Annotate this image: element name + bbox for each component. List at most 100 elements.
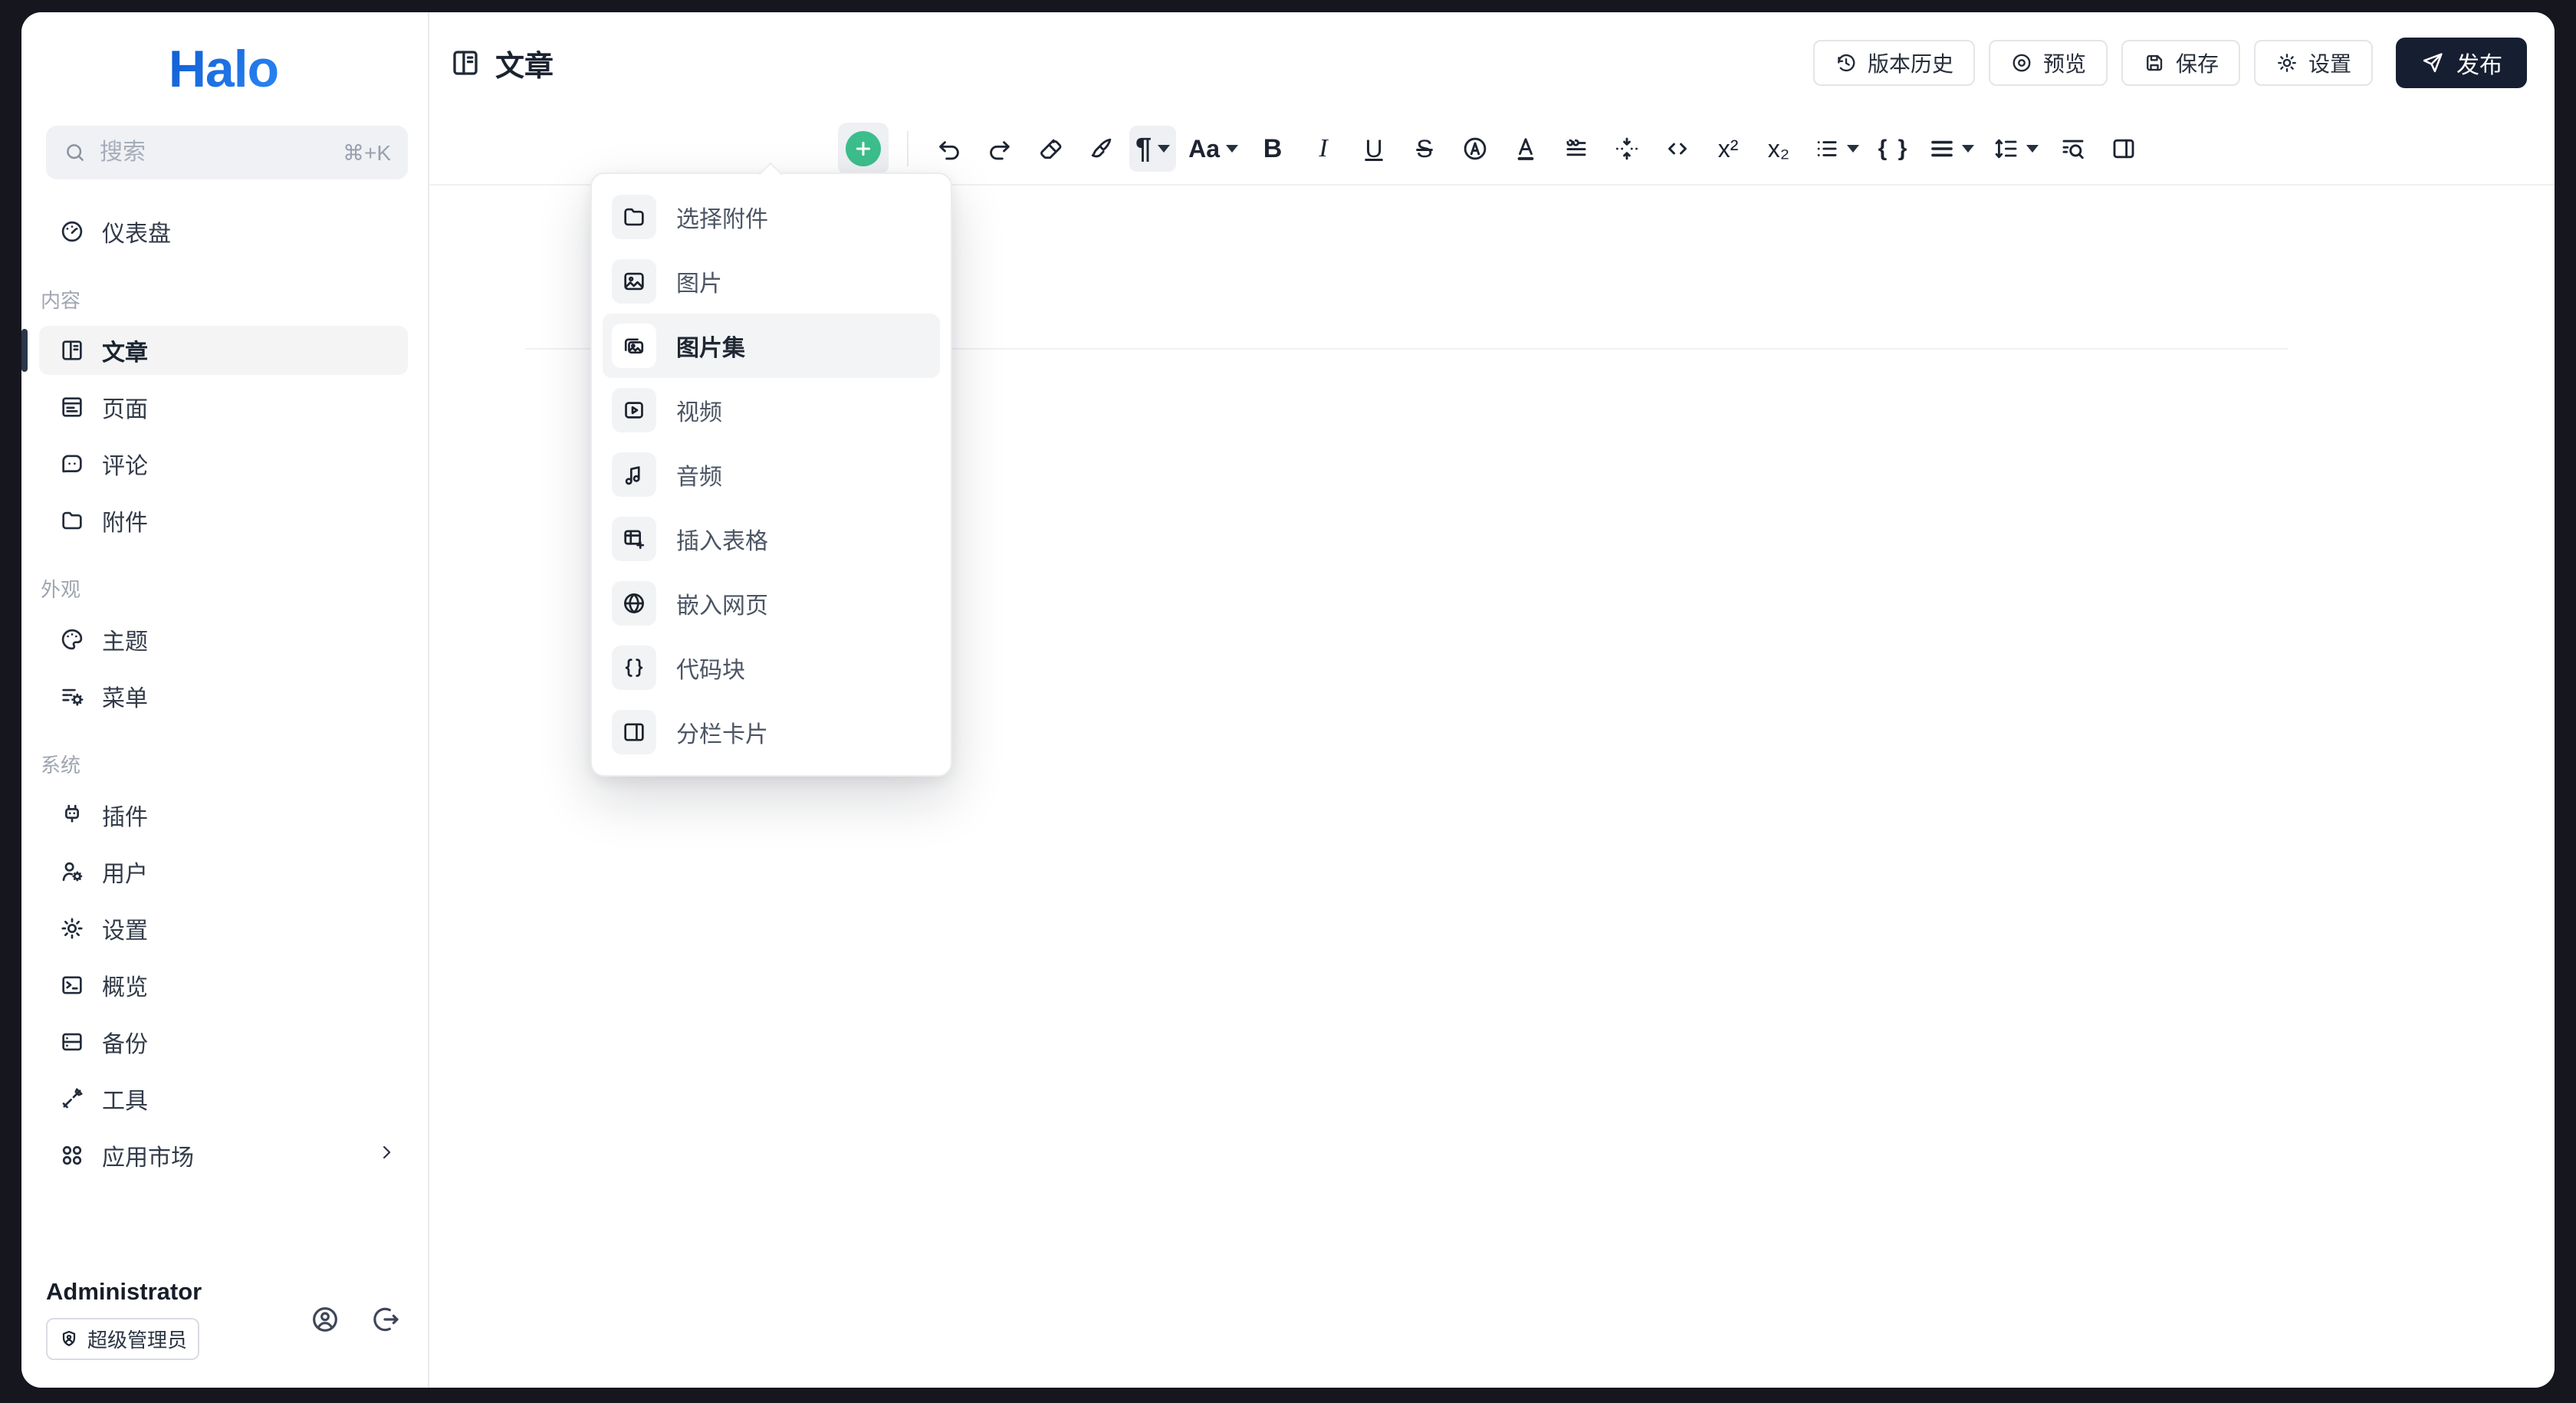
gear-icon: [61, 918, 83, 939]
italic-button[interactable]: I: [1301, 126, 1346, 172]
bold-button[interactable]: B: [1250, 126, 1295, 172]
undo-button[interactable]: [927, 126, 971, 172]
sidebar-item-label: 仪表盘: [102, 222, 171, 247]
insert-menu-item-audio[interactable]: 音频: [603, 442, 940, 507]
posts-icon: [453, 51, 478, 75]
version-history-button[interactable]: 版本历史: [1812, 40, 1975, 86]
find-replace-button[interactable]: [2051, 126, 2095, 172]
inline-code-button[interactable]: [1655, 126, 1700, 172]
vertical-collapse-button[interactable]: [1605, 126, 1649, 172]
line-height-icon: [1995, 139, 2017, 159]
sidebar-item-label: 附件: [102, 511, 148, 536]
strikethrough-glyph: S: [1416, 134, 1433, 163]
insert-menu-item-codeblock[interactable]: 代码块: [603, 636, 940, 700]
header-actions: 版本历史 预览 保存 设置 发布: [1812, 38, 2527, 88]
code-block-button[interactable]: { }: [1871, 126, 1916, 172]
plus-icon: [845, 131, 881, 166]
search-icon: [67, 144, 84, 161]
insert-menu-item-table[interactable]: 插入表格: [603, 507, 940, 571]
button-label: 保存: [2175, 52, 2219, 76]
subscript-button[interactable]: x₂: [1756, 126, 1801, 172]
line-height-button[interactable]: [1986, 126, 2045, 172]
insert-menu-item-video[interactable]: 视频: [603, 378, 940, 442]
publish-button[interactable]: 发布: [2396, 38, 2527, 88]
format-paint-button[interactable]: [1079, 126, 1123, 172]
user-block: Administrator 超级管理员: [46, 1278, 202, 1360]
clear-format-button[interactable]: [1028, 126, 1073, 172]
underline-button[interactable]: U: [1352, 126, 1396, 172]
menu-item-label: 代码块: [676, 658, 745, 683]
sidebar-item-pages[interactable]: 页面: [39, 383, 408, 432]
sidebar-section-system: 系统: [41, 754, 81, 777]
chevron-down-icon: [1158, 145, 1171, 153]
search-box[interactable]: ⌘+K: [46, 126, 408, 179]
pages-icon: [62, 397, 82, 417]
sidebar-item-tools[interactable]: 工具: [39, 1074, 408, 1123]
role-badge-label: 超级管理员: [87, 1329, 188, 1352]
redo-icon: [990, 141, 1010, 160]
sidebar-item-comments[interactable]: 评论: [39, 439, 408, 488]
images-icon: [612, 324, 656, 368]
paragraph-style-button[interactable]: ¶: [1129, 126, 1177, 172]
vertical-collapse-icon: [1615, 137, 1638, 160]
grid-circles-icon: [62, 1145, 82, 1165]
profile-icon[interactable]: [310, 1304, 340, 1335]
preview-button[interactable]: 预览: [1988, 40, 2108, 86]
insert-button[interactable]: [837, 123, 889, 175]
send-icon: [2423, 53, 2443, 73]
format-paint-icon: [1091, 138, 1112, 158]
user-name: Administrator: [46, 1278, 202, 1305]
button-label: 版本历史: [1867, 52, 1953, 76]
sidebar-item-posts[interactable]: 文章: [21, 326, 408, 375]
typography-button[interactable]: Aa: [1182, 126, 1244, 172]
sidebar-item-settings[interactable]: 设置: [39, 904, 408, 953]
text-color-button[interactable]: [1503, 126, 1548, 172]
insert-menu-item-attachment[interactable]: 选择附件: [603, 185, 940, 249]
sidebar-item-users[interactable]: 用户: [39, 847, 408, 896]
italic-glyph: I: [1319, 134, 1328, 163]
insert-menu-item-iframe[interactable]: 嵌入网页: [603, 571, 940, 636]
chevron-down-icon: [1226, 145, 1239, 153]
highlight-button[interactable]: [1453, 126, 1497, 172]
bullet-list-button[interactable]: [1807, 126, 1865, 172]
bold-glyph: B: [1263, 133, 1283, 163]
sidebar-item-overview[interactable]: 概览: [39, 961, 408, 1010]
menu-item-label: 图片: [676, 271, 722, 297]
insert-menu-item-columns[interactable]: 分栏卡片: [603, 700, 940, 764]
blockquote-button[interactable]: [1554, 126, 1598, 172]
table-plus-icon: [612, 517, 656, 561]
superscript-button[interactable]: x²: [1706, 126, 1750, 172]
menu-item-label: 视频: [676, 400, 722, 426]
insert-menu: 选择附件 图片 图片集 视频 音频 插入表格 嵌入网页 代码块 分栏卡片: [590, 172, 952, 777]
settings-button[interactable]: 设置: [2253, 40, 2373, 86]
save-button[interactable]: 保存: [2121, 40, 2240, 86]
sidebar-item-backup[interactable]: 备份: [39, 1017, 408, 1066]
menu-item-label: 选择附件: [676, 207, 768, 232]
strikethrough-button[interactable]: S: [1402, 126, 1447, 172]
insert-menu-item-gallery[interactable]: 图片集: [603, 314, 940, 378]
redo-button[interactable]: [978, 126, 1022, 172]
sidebar-item-plugins[interactable]: 插件: [39, 790, 408, 840]
logo-wrap: Halo: [39, 12, 408, 126]
sidebar-item-themes[interactable]: 主题: [39, 615, 408, 664]
sidebar-item-label: 备份: [102, 1032, 148, 1057]
preview-icon: [2013, 54, 2031, 72]
gear-icon: [2278, 54, 2296, 72]
insert-menu-item-image[interactable]: 图片: [603, 249, 940, 314]
columns-button[interactable]: [2101, 126, 2146, 172]
align-button[interactable]: [1922, 126, 1980, 172]
globe-icon: [612, 581, 656, 626]
sidebar-item-label: 文章: [102, 340, 148, 366]
sidebar-item-menus[interactable]: 菜单: [39, 672, 408, 721]
sidebar-item-dashboard[interactable]: 仪表盘: [39, 207, 408, 256]
text-color-icon: [1517, 138, 1534, 160]
sidebar-item-attachments[interactable]: 附件: [39, 496, 408, 545]
plug-icon: [65, 804, 79, 823]
sidebar-item-label: 概览: [102, 975, 148, 1001]
underline-glyph: U: [1365, 134, 1383, 163]
sidebar-item-app-market[interactable]: 应用市场: [39, 1131, 408, 1180]
sidebar-item-label: 菜单: [102, 686, 148, 711]
logout-icon[interactable]: [371, 1304, 402, 1335]
search-input[interactable]: [100, 140, 330, 166]
halo-logo: Halo: [168, 40, 279, 98]
